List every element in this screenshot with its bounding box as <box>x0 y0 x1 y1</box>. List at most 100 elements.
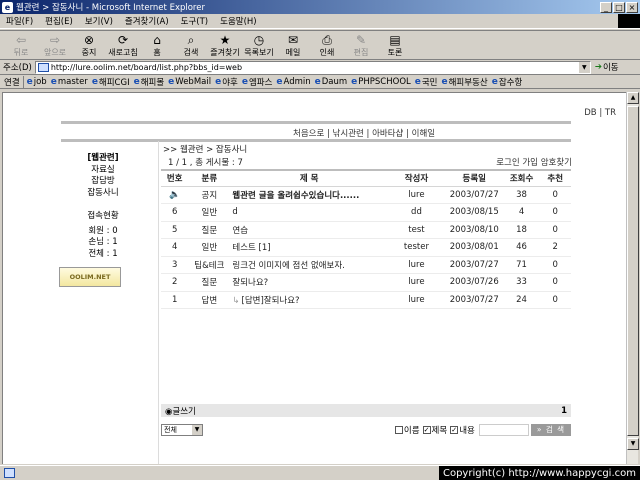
toolbar-label: 앞으로 <box>43 47 67 57</box>
table-row[interactable]: 6 일반 d dd 2003/08/15 4 0 <box>161 203 571 222</box>
column-header[interactable]: 조회수 <box>503 169 540 187</box>
table-row[interactable]: 5 질문 연습 test 2003/08/10 18 0 <box>161 221 571 239</box>
cell-subject[interactable]: 연습 <box>230 221 389 239</box>
toolbar-button-9[interactable]: ⎙ 인쇄 <box>310 33 344 58</box>
close-button[interactable]: × <box>626 1 638 13</box>
toolbar-button-3[interactable]: ⟳ 새로고침 <box>106 33 140 58</box>
left-nav-item[interactable]: 자료실 <box>63 165 143 177</box>
cell-subject[interactable]: ↳ [답변]잘되나요? <box>230 291 389 309</box>
chevron-down-icon[interactable]: ▼ <box>578 61 590 73</box>
column-header[interactable]: 분류 <box>188 169 231 187</box>
search-field-select[interactable]: 전체 ▼ <box>161 424 203 436</box>
address-label: 주소(D) <box>3 63 32 73</box>
scroll-up-icon[interactable]: ▲ <box>627 92 639 104</box>
toolbar-label: 인쇄 <box>319 47 335 57</box>
toolbar-button-0[interactable]: ⇦ 뒤로 <box>4 33 38 58</box>
go-label: 이동 <box>602 63 619 73</box>
cell-date: 2003/08/15 <box>444 203 504 222</box>
maximize-button[interactable]: □ <box>613 1 625 13</box>
link-item[interactable]: e 해피몰 <box>134 76 165 88</box>
page-number[interactable]: 1 <box>561 406 567 416</box>
top-links[interactable]: DB | TR <box>584 108 616 118</box>
menu-edit[interactable]: 편집(E) <box>39 15 79 27</box>
scroll-thumb[interactable] <box>627 106 639 436</box>
nav-links[interactable]: 처음으로 | 낚시관련 | 아바타샵 | 이해일 <box>293 127 435 139</box>
table-row[interactable]: 2 질문 잘되나요? lure 2003/07/26 33 0 <box>161 273 571 292</box>
scroll-down-icon[interactable]: ▼ <box>627 438 639 450</box>
column-header[interactable]: 작성자 <box>388 169 445 187</box>
toolbar-button-10[interactable]: ✎ 편집 <box>344 33 378 58</box>
link-item[interactable]: e 해피CGI <box>92 76 130 88</box>
cell-subject[interactable]: 테스트 [1] <box>230 238 389 257</box>
cell-author: lure <box>388 256 445 274</box>
minimize-button[interactable]: _ <box>600 1 612 13</box>
menu-tools[interactable]: 도구(T) <box>175 15 214 27</box>
column-header[interactable]: 번호 <box>161 169 189 187</box>
column-header[interactable]: 추천 <box>539 169 571 187</box>
title-bar: e 웹관련 > 잡동사니 - Microsoft Internet Explor… <box>0 0 640 14</box>
link-item[interactable]: e PHPSCHOOL <box>351 77 411 87</box>
cell-subject[interactable]: 잘되나요? <box>230 273 389 292</box>
table-row[interactable]: 🔈 공지 웹관련 글을 올려쉽수있습니다...... lure 2003/07/27 38… <box>161 186 571 204</box>
toolbar-button-7[interactable]: ◷ 목록보기 <box>242 33 276 58</box>
address-input[interactable]: http://lure.oolim.net/board/list.php?bbs… <box>34 60 591 74</box>
search-button[interactable]: » 검 색 <box>530 424 571 436</box>
ie-link-icon: e <box>168 76 175 87</box>
cell-author: tester <box>388 238 445 257</box>
table-row[interactable]: 1 답변 ↳ [답변]잘되나요? lure 2003/07/27 24 0 <box>161 291 571 309</box>
menu-help[interactable]: 도움말(H) <box>214 15 262 27</box>
table-row[interactable]: 3 팁&테크 링크건 이미지에 점선 없애보자. lure 2003/07/27 71 0 <box>161 256 571 274</box>
link-item[interactable]: e WebMail <box>168 77 211 87</box>
cell-subject[interactable]: d <box>230 203 389 222</box>
write-button[interactable]: ◉글쓰기 <box>165 405 196 417</box>
content-divider <box>158 141 159 464</box>
stats-title: 접속현황 <box>87 211 119 221</box>
search-check[interactable]: ✓ 내용 <box>450 424 475 436</box>
link-item[interactable]: e Daum <box>315 77 348 87</box>
toolbar-button-8[interactable]: ✉ 메일 <box>276 33 310 58</box>
checkbox[interactable] <box>394 426 403 434</box>
column-header[interactable]: 제 목 <box>230 169 389 187</box>
left-nav-item[interactable]: 잡담방 <box>63 176 143 188</box>
oolim-banner[interactable]: OOLIM.NET <box>59 267 121 287</box>
toolbar-button-6[interactable]: ★ 즐겨찾기 <box>208 33 242 58</box>
cell-subject[interactable]: 웹관련 글을 올려쉽수있습니다...... <box>230 186 389 204</box>
cell-views: 71 <box>503 256 540 274</box>
column-header[interactable]: 등록일 <box>444 169 504 187</box>
link-item[interactable]: e 엠파스 <box>242 76 273 88</box>
go-button[interactable]: ➔ 이동 <box>595 61 619 73</box>
search-input[interactable] <box>478 424 529 436</box>
link-item[interactable]: e Admin <box>276 77 310 87</box>
toolbar-button-4[interactable]: ⌂ 홈 <box>140 33 174 58</box>
link-item[interactable]: e 국민 <box>415 76 438 88</box>
left-nav-item[interactable]: 잡동사니 <box>63 188 143 200</box>
cell-date: 2003/07/27 <box>444 186 504 204</box>
toolbar: ⇦ 뒤로 ⇨ 앞으로 ⊗ 중지 ⟳ 새로고침 ⌂ 홈 ⌕ 검색 ★ 즐겨찾기 ◷ 목록보기 ✉ 메일 ⎙ 인쇄 ✎ 편집 ▤… <box>0 30 640 60</box>
link-item[interactable]: e 잡수항 <box>492 76 523 88</box>
cell-subject[interactable]: 링크건 이미지에 점선 없애보자. <box>230 256 389 274</box>
toolbar-button-1[interactable]: ⇨ 앞으로 <box>38 33 72 58</box>
toolbar-label: 검색 <box>183 47 199 57</box>
window-controls: _ □ × <box>600 1 638 13</box>
toolbar-button-11[interactable]: ▤ 토론 <box>378 33 412 58</box>
login-links[interactable]: 로그인 가입 암호찾기 <box>496 156 572 168</box>
checkbox[interactable]: ✓ <box>450 426 459 434</box>
link-item[interactable]: e 야후 <box>215 76 238 88</box>
link-item[interactable]: e master <box>51 77 88 87</box>
link-item[interactable]: e 해피부동산 <box>442 76 488 88</box>
table-row[interactable]: 4 일반 테스트 [1] tester 2003/08/01 46 2 <box>161 238 571 257</box>
cell-date: 2003/08/01 <box>444 238 504 257</box>
toolbar-label: 뒤로 <box>13 47 29 57</box>
toolbar-button-5[interactable]: ⌕ 검색 <box>174 33 208 58</box>
menu-file[interactable]: 파일(F) <box>0 15 39 27</box>
toolbar-button-2[interactable]: ⊗ 중지 <box>72 33 106 58</box>
link-item[interactable]: e job <box>27 77 47 87</box>
left-nav-title[interactable]: [웹관련] <box>63 153 143 165</box>
checkbox[interactable]: ✓ <box>422 426 431 434</box>
search-check[interactable]: 이름 <box>394 424 420 436</box>
menu-view[interactable]: 보기(V) <box>79 15 119 27</box>
chevron-down-icon: ▼ <box>192 425 202 435</box>
vertical-scrollbar[interactable]: ▲ ▼ <box>626 92 639 464</box>
menu-favorites[interactable]: 즐겨찾기(A) <box>119 15 175 27</box>
search-check[interactable]: ✓ 제목 <box>422 424 447 436</box>
